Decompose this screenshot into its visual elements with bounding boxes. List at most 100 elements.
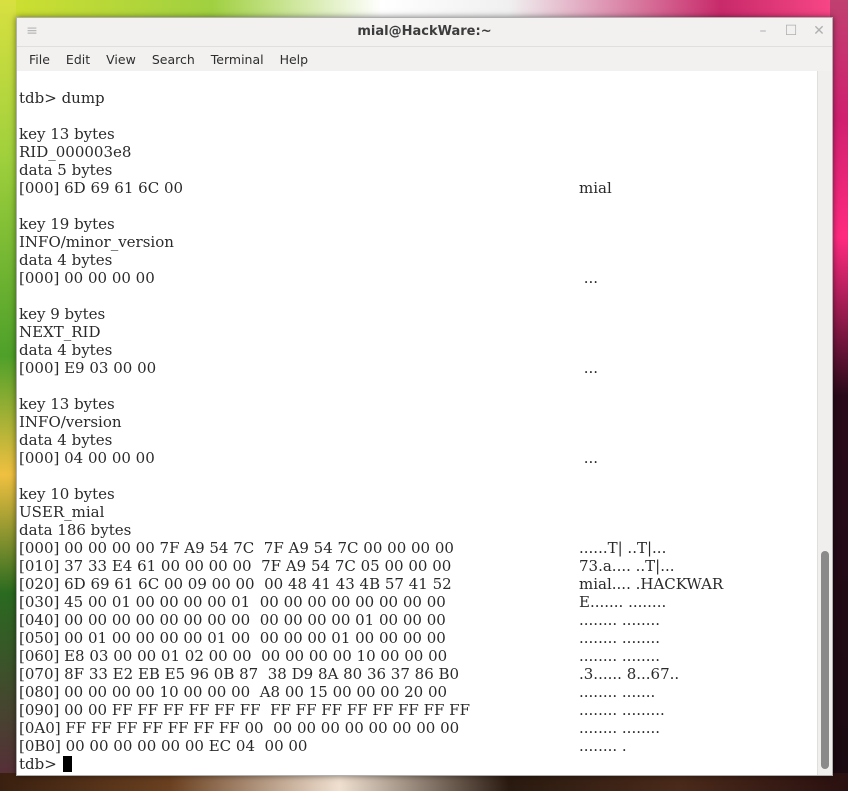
menu-edit[interactable]: Edit [58,49,98,70]
terminal-line: key 13 bytes [19,125,817,143]
terminal-line-ascii: ... [579,449,599,467]
terminal-line-ascii: ... [579,359,599,377]
terminal-cursor [62,756,72,772]
terminal-line: RID_000003e8 [19,143,817,161]
terminal-line-ascii: ........ ........ [579,629,661,647]
menu-terminal[interactable]: Terminal [203,49,272,70]
terminal-line-text: INFO/minor_version [19,233,174,251]
terminal-line: [000] 00 00 00 00 7F A9 54 7C 7F A9 54 7… [19,539,817,557]
terminal-line-text: RID_000003e8 [19,143,132,161]
terminal-line-ascii: ......T| ..T|... [579,539,667,557]
terminal-line: data 4 bytes [19,341,817,359]
terminal-line-text: [030] 45 00 01 00 00 00 00 01 00 00 00 0… [19,593,446,611]
terminal-line: [080] 00 00 00 00 10 00 00 00 A8 00 15 0… [19,683,817,701]
terminal-line-ascii: ........ ........ [579,647,661,665]
terminal-line-text: [070] 8F 33 E2 EB E5 96 0B 87 38 D9 8A 8… [19,665,460,683]
terminal-line-text: data 4 bytes [19,431,113,449]
minimize-icon[interactable]: – [756,23,770,39]
terminal-line-ascii: ........ ....... [579,683,656,701]
terminal-line: [0A0] FF FF FF FF FF FF FF 00 00 00 00 0… [19,719,817,737]
window-title: mial@HackWare:~ [357,24,492,39]
terminal-line-ascii: mial [579,179,612,197]
terminal-line: data 186 bytes [19,521,817,539]
terminal-line-text: key 10 bytes [19,485,115,503]
terminal-line: INFO/minor_version [19,233,817,251]
terminal-line: key 9 bytes [19,305,817,323]
terminal-line-text: [000] 00 00 00 00 7F A9 54 7C 7F A9 54 7… [19,539,454,557]
terminal-line-ascii: ........ ........ [579,719,661,737]
scrollbar[interactable] [817,71,832,775]
terminal-line: key 10 bytes [19,485,817,503]
terminal-line: [000] 00 00 00 00 ... [19,269,817,287]
terminal-window: ≡ mial@HackWare:~ – ☐ ✕ File Edit View S… [16,17,833,776]
terminal-line-text: [090] 00 00 FF FF FF FF FF FF FF FF FF F… [19,701,470,719]
terminal-line: [090] 00 00 FF FF FF FF FF FF FF FF FF F… [19,701,817,719]
terminal-line-text: key 19 bytes [19,215,115,233]
terminal-line-text: [010] 37 33 E4 61 00 00 00 00 7F A9 54 7… [19,557,452,575]
terminal-line-text: [000] 00 00 00 00 [19,269,155,287]
terminal-line: [040] 00 00 00 00 00 00 00 00 00 00 00 0… [19,611,817,629]
terminal-line: key 19 bytes [19,215,817,233]
terminal-line-text: key 9 bytes [19,305,106,323]
terminal-line-text: [040] 00 00 00 00 00 00 00 00 00 00 00 0… [19,611,446,629]
terminal-line: tdb> dump [19,89,817,107]
close-icon[interactable]: ✕ [812,23,826,39]
terminal-line-ascii: ........ ......... [579,701,665,719]
terminal-line: data 4 bytes [19,251,817,269]
maximize-icon[interactable]: ☐ [784,23,798,39]
terminal-line-text: [050] 00 01 00 00 00 00 01 00 00 00 00 0… [19,629,446,647]
terminal-line-ascii: ... [579,269,599,287]
terminal-line-text: NEXT_RID [19,323,101,341]
terminal-line-text: key 13 bytes [19,125,115,143]
terminal-line-ascii: 73.a.... ..T|... [579,557,675,575]
terminal-line-text: [060] E8 03 00 00 01 02 00 00 00 00 00 0… [19,647,448,665]
terminal-line: [070] 8F 33 E2 EB E5 96 0B 87 38 D9 8A 8… [19,665,817,683]
terminal-line-text: [080] 00 00 00 00 10 00 00 00 A8 00 15 0… [19,683,448,701]
terminal-line: [060] E8 03 00 00 01 02 00 00 00 00 00 0… [19,647,817,665]
terminal-line: NEXT_RID [19,323,817,341]
terminal-prompt-line[interactable]: tdb> [19,755,817,773]
title-bar[interactable]: ≡ mial@HackWare:~ – ☐ ✕ [17,18,832,47]
terminal-line-text: USER_mial [19,503,105,521]
terminal-line: [010] 37 33 E4 61 00 00 00 00 7F A9 54 7… [19,557,817,575]
terminal-line: [0B0] 00 00 00 00 00 00 EC 04 00 00.....… [19,737,817,755]
terminal-line: [050] 00 01 00 00 00 00 01 00 00 00 00 0… [19,629,817,647]
terminal-line: [000] 04 00 00 00 ... [19,449,817,467]
terminal-line: INFO/version [19,413,817,431]
menu-bar: File Edit View Search Terminal Help [17,47,832,72]
desktop-wallpaper-left [0,0,16,791]
terminal-line-text: [0B0] 00 00 00 00 00 00 EC 04 00 00 [19,737,308,755]
terminal-line: [020] 6D 69 61 6C 00 09 00 00 00 48 41 4… [19,575,817,593]
terminal-line: USER_mial [19,503,817,521]
desktop-wallpaper-top [0,0,848,18]
window-controls: – ☐ ✕ [756,23,826,39]
terminal-line-text: [020] 6D 69 61 6C 00 09 00 00 00 48 41 4… [19,575,452,593]
terminal-line-text: [0A0] FF FF FF FF FF FF FF 00 00 00 00 0… [19,719,460,737]
terminal-lines: tdb> dump key 13 bytes RID_000003e8 data 5 … [17,71,817,773]
scrollbar-thumb[interactable] [821,551,829,769]
menu-file[interactable]: File [21,49,58,70]
terminal-line-text: tdb> dump [19,89,105,107]
terminal-line-text: [000] 6D 69 61 6C 00 [19,179,184,197]
menu-view[interactable]: View [98,49,144,70]
terminal-line: [000] 6D 69 61 6C 00 mial [19,179,817,197]
menu-help[interactable]: Help [272,49,317,70]
terminal-prompt: tdb> [19,755,57,773]
terminal-line: data 5 bytes [19,161,817,179]
terminal-line: [000] E9 03 00 00 ... [19,359,817,377]
terminal-line-ascii: .3...... 8...67.. [579,665,680,683]
terminal-output[interactable]: tdb> dump key 13 bytes RID_000003e8 data 5 … [17,71,817,775]
terminal-line-text: INFO/version [19,413,122,431]
terminal-line: [030] 45 00 01 00 00 00 00 01 00 00 00 0… [19,593,817,611]
terminal-line: data 4 bytes [19,431,817,449]
terminal-line-text: data 4 bytes [19,341,113,359]
terminal-line: key 13 bytes [19,395,817,413]
terminal-line-text: data 186 bytes [19,521,132,539]
terminal-line-text: data 5 bytes [19,161,113,179]
terminal-line-text: [000] 04 00 00 00 [19,449,155,467]
menu-search[interactable]: Search [144,49,203,70]
